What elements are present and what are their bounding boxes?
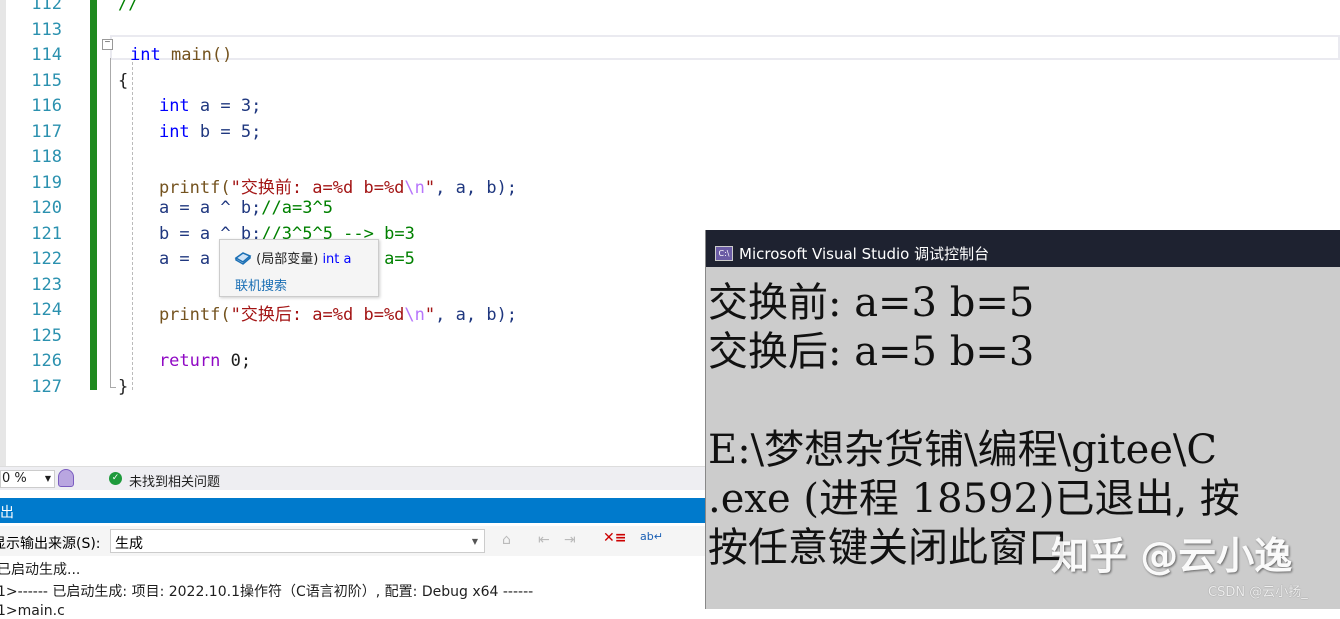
code-token: //a=3^5 — [261, 198, 333, 218]
zoom-dropdown[interactable]: 0 % ▼ — [0, 470, 55, 488]
console-title: Microsoft Visual Studio 调试控制台 — [739, 244, 990, 263]
line-number: 115 — [31, 70, 62, 91]
watermark: 知乎 @云小逸 — [1051, 534, 1293, 578]
code-token: a = 3; — [189, 96, 262, 116]
line-number: 116 — [31, 96, 62, 116]
code-line[interactable]: int b = 5; — [118, 122, 261, 142]
code-token: "交换前: a=%d b=%d — [230, 177, 405, 198]
code-token: { — [118, 70, 129, 91]
line-number: 127 — [31, 376, 62, 397]
local-variable-icon — [234, 252, 252, 265]
console-line: 按任意键关闭此窗口 — [708, 525, 1068, 571]
code-token: " — [424, 305, 436, 325]
tooltip-var: a — [339, 252, 352, 267]
collapse-icon[interactable]: − — [102, 39, 113, 50]
next-message-icon[interactable]: ⇥ — [564, 532, 576, 548]
output-text[interactable]: 已启动生成... 1>------ 已启动生成: 项目: 2022.10.1操作… — [0, 557, 705, 619]
issues-status[interactable]: 未找到相关问题 — [129, 471, 220, 490]
line-number: 125 — [31, 325, 62, 346]
previous-message-icon[interactable]: ⇤ — [538, 532, 550, 548]
output-line: 1>main.c — [0, 603, 65, 619]
code-line[interactable]: a = a ^ b;//a=3^5 — [118, 198, 333, 218]
output-source-label: 显示输出来源(S): — [0, 536, 101, 552]
zoom-value: 0 % — [2, 471, 27, 486]
line-number: 120 — [31, 198, 62, 218]
debug-console-window[interactable]: C:\ Microsoft Visual Studio 调试控制台 交换前: a… — [705, 230, 1340, 609]
code-token: printf( — [118, 177, 231, 198]
code-token: , a, b); — [435, 177, 518, 198]
line-number: 118 — [31, 147, 62, 167]
line-number: 122 — [31, 249, 62, 269]
code-token: int — [158, 96, 190, 116]
line-number: 126 — [31, 351, 62, 371]
line-number: 113 — [31, 19, 62, 40]
line-number: 112 — [31, 0, 62, 14]
code-line[interactable]: return 0; — [118, 351, 251, 371]
watermark-csdn: CSDN @云小扬_ — [1208, 585, 1308, 600]
clear-all-icon[interactable]: ✕≡ — [603, 530, 626, 546]
output-line: 1>------ 已启动生成: 项目: 2022.10.1操作符（C语言初阶）,… — [0, 584, 534, 600]
code-token: } — [118, 376, 129, 397]
console-app-icon: C:\ — [715, 245, 733, 261]
line-number: 121 — [31, 223, 62, 244]
output-panel-title: 出 — [0, 505, 14, 521]
code-token: printf( — [118, 305, 231, 325]
console-line: 交换后: a=5 b=3 — [708, 329, 1035, 375]
code-line[interactable]: } — [118, 377, 128, 397]
code-token: " — [424, 177, 436, 198]
code-token: \n — [404, 305, 425, 325]
code-token: 0; — [220, 351, 252, 371]
online-search-link[interactable]: 联机搜索 — [235, 275, 287, 294]
console-title-bar[interactable]: C:\ Microsoft Visual Studio 调试控制台 — [706, 230, 1340, 267]
editor-margin — [0, 0, 6, 466]
code-line[interactable]: int main() — [130, 45, 232, 65]
code-line[interactable]: int a = 3; — [118, 96, 261, 116]
line-number: 119 — [31, 172, 62, 193]
code-token: int — [130, 45, 161, 65]
intellicode-icon[interactable] — [58, 469, 74, 487]
output-line: 已启动生成... — [0, 562, 81, 578]
code-token: int — [158, 121, 190, 142]
block-bracket — [110, 58, 116, 388]
chevron-down-icon: ▼ — [44, 474, 51, 483]
output-toolbar: 显示输出来源(S): 生成 ▼ ⌂ ⇤ ⇥ ✕≡ ab↵ — [0, 526, 705, 556]
line-number: 123 — [31, 274, 62, 295]
output-source-value: 生成 — [115, 536, 143, 552]
code-line[interactable]: { — [118, 71, 128, 91]
quickinfo-tooltip: (局部变量) int a 联机搜索 — [219, 239, 379, 297]
change-tracking-bar — [90, 0, 97, 390]
line-number: 117 — [31, 121, 62, 142]
output-panel-header: 出 — [0, 498, 705, 523]
code-line[interactable]: printf("交换前: a=%d b=%d\n", a, b); — [118, 173, 517, 198]
code-line[interactable]: // — [118, 0, 138, 14]
code-token: "交换后: a=%d b=%d — [230, 305, 405, 325]
code-token: \n — [404, 177, 425, 198]
chevron-down-icon: ▼ — [471, 537, 478, 546]
editor-status-bar: 0 % ▼ ✓ 未找到相关问题 — [0, 466, 705, 490]
current-line-highlight — [110, 35, 1340, 60]
code-token: return — [118, 351, 221, 371]
output-source-dropdown[interactable]: 生成 ▼ — [110, 529, 485, 553]
line-number: 114 — [31, 45, 62, 65]
tooltip-type: int — [322, 252, 340, 267]
tooltip-scope: (局部变量) — [256, 252, 319, 267]
code-token: main() — [160, 45, 233, 65]
code-token: , a, b); — [435, 305, 518, 325]
word-wrap-icon[interactable]: ab↵ — [640, 530, 663, 543]
code-token: b = 5; — [189, 121, 262, 142]
code-token: // — [118, 0, 139, 14]
code-token: a = a ^ b; — [118, 198, 262, 218]
code-line[interactable]: printf("交换后: a=%d b=%d\n", a, b); — [118, 300, 517, 325]
line-number: 124 — [31, 300, 62, 320]
check-circle-icon: ✓ — [109, 472, 122, 485]
goto-build-message-icon[interactable]: ⌂ — [502, 532, 511, 548]
